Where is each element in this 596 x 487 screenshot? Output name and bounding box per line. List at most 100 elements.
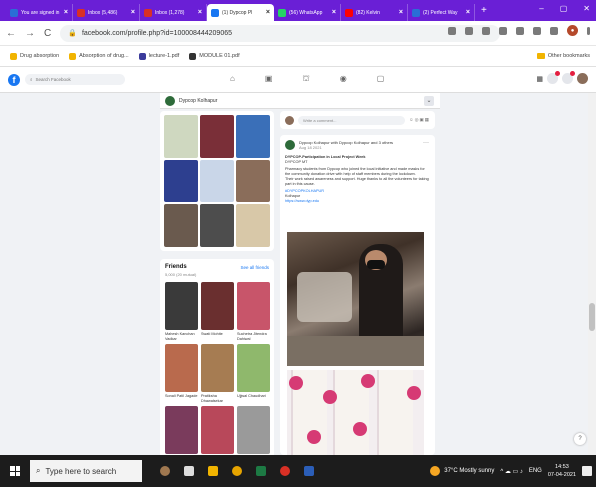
- sidebar-icon[interactable]: [550, 26, 558, 35]
- friend-card[interactable]: Suchetra Jitendra Dahiwal: [237, 282, 270, 342]
- close-tab-icon[interactable]: ×: [466, 9, 470, 16]
- post-image-mask-making[interactable]: [287, 232, 424, 366]
- friend-card[interactable]: Pratiksha Dhawalsekar: [201, 344, 234, 404]
- friend-photo[interactable]: [165, 344, 198, 392]
- other-bookmarks[interactable]: Other bookmarks: [536, 53, 590, 59]
- photo-thumb[interactable]: [164, 204, 198, 247]
- post-author-avatar[interactable]: [285, 140, 295, 150]
- task-view-icon[interactable]: [184, 466, 194, 476]
- zoom-icon[interactable]: [465, 26, 473, 35]
- friend-name[interactable]: Suchetra Jitendra Dahiwal: [237, 332, 270, 342]
- photo-thumb[interactable]: [200, 115, 234, 158]
- friend-name[interactable]: Pratiksha Dhawalsekar: [201, 394, 234, 404]
- page-scrollbar[interactable]: [588, 93, 596, 455]
- friend-photo[interactable]: [165, 282, 198, 330]
- friend-photo[interactable]: [237, 282, 270, 330]
- photo-thumb[interactable]: [236, 204, 270, 247]
- profile-avatar[interactable]: ●: [567, 25, 578, 36]
- close-window-icon[interactable]: ✕: [583, 4, 590, 13]
- friend-card[interactable]: [237, 406, 270, 455]
- google-lens-icon[interactable]: [448, 26, 456, 35]
- puzzle-icon[interactable]: [533, 26, 541, 35]
- bookmark-item[interactable]: lecture-1.pdf: [138, 52, 179, 60]
- chrome-icon[interactable]: [232, 466, 242, 476]
- cortana-icon[interactable]: [160, 466, 170, 476]
- groups-icon[interactable]: ◉: [340, 74, 347, 84]
- reload-icon[interactable]: C: [44, 28, 51, 39]
- tab-1[interactable]: Inbox (5,486) ×: [73, 4, 140, 21]
- comment-input[interactable]: Write a comment...: [298, 115, 405, 125]
- menu-grid-icon[interactable]: ▦: [536, 75, 543, 83]
- photo-thumb[interactable]: [200, 204, 234, 247]
- taskbar-search-input[interactable]: ⌕ Type here to search: [30, 460, 142, 482]
- post-signoff-link[interactable]: https://www.dyp.edu: [285, 199, 430, 204]
- facebook-search-input[interactable]: ⌕ Search Facebook: [25, 74, 125, 85]
- close-tab-icon[interactable]: ×: [399, 9, 403, 16]
- help-icon[interactable]: ?: [574, 433, 586, 445]
- bookmark-item[interactable]: Absorption of drug...: [69, 52, 129, 60]
- forward-icon[interactable]: →: [25, 28, 35, 39]
- extension-icon[interactable]: [516, 26, 524, 35]
- friend-card[interactable]: Swati Mohite: [201, 282, 234, 342]
- friend-photo[interactable]: [201, 344, 234, 392]
- friend-photo[interactable]: [201, 282, 234, 330]
- bookmark-item[interactable]: Drug absorption: [10, 52, 59, 60]
- close-tab-icon[interactable]: ×: [266, 9, 270, 16]
- file-explorer-icon[interactable]: [208, 466, 218, 476]
- notifications-icon[interactable]: [562, 71, 575, 84]
- photo-thumb[interactable]: [236, 159, 270, 203]
- close-tab-icon[interactable]: ×: [198, 9, 202, 16]
- close-tab-icon[interactable]: ×: [131, 9, 135, 16]
- see-all-friends-link[interactable]: See all friends: [240, 265, 269, 270]
- weather-widget[interactable]: 37°C Mostly sunny: [430, 466, 494, 476]
- tab-3[interactable]: (1) Dypcop Pl ×: [207, 4, 274, 21]
- tab-4[interactable]: (56) WhatsApp ×: [274, 4, 341, 21]
- marketplace-icon[interactable]: ⛫: [302, 74, 309, 84]
- tray-icons[interactable]: ^ ☁ ▭ ♪: [500, 468, 523, 475]
- profile-avatar-small[interactable]: [165, 95, 175, 106]
- photo-thumb[interactable]: [200, 159, 234, 203]
- friend-photo[interactable]: [201, 406, 234, 454]
- friend-card[interactable]: Sonali Patil Jagade: [165, 344, 198, 404]
- windows-start-icon[interactable]: [10, 466, 20, 476]
- notification-icon[interactable]: [582, 466, 592, 476]
- clock[interactable]: 14:53 07-04-2021: [548, 463, 576, 479]
- facebook-logo[interactable]: f: [8, 73, 20, 86]
- post-image-masks[interactable]: [287, 370, 424, 455]
- post-time[interactable]: Aug 18 2021: [299, 145, 393, 150]
- media-icon[interactable]: [280, 466, 290, 476]
- photo-thumb[interactable]: [164, 115, 198, 158]
- gaming-icon[interactable]: ▢: [377, 74, 385, 84]
- friend-name[interactable]: Ujjwal Chaudhari: [237, 394, 270, 404]
- friend-card[interactable]: [165, 406, 198, 455]
- friend-photo[interactable]: [237, 344, 270, 392]
- friend-photo[interactable]: [237, 406, 270, 454]
- minimize-icon[interactable]: –: [539, 4, 543, 13]
- tab-6[interactable]: (2) Perfect Way ×: [408, 4, 475, 21]
- back-icon[interactable]: ←: [6, 28, 16, 39]
- account-avatar[interactable]: [577, 73, 588, 84]
- watch-icon[interactable]: ▣: [265, 74, 273, 84]
- profile-name[interactable]: Dypcop Kolhapur: [179, 98, 217, 104]
- photo-thumb[interactable]: [164, 159, 198, 203]
- star-icon[interactable]: [499, 26, 507, 35]
- friend-card[interactable]: Ujjwal Chaudhari: [237, 344, 270, 404]
- close-tab-icon[interactable]: ×: [332, 9, 336, 16]
- friend-card[interactable]: [201, 406, 234, 455]
- bookmark-item[interactable]: MODULE 01.pdf: [189, 52, 240, 60]
- menu-icon[interactable]: [587, 26, 590, 35]
- friend-name[interactable]: Swati Mohite: [201, 332, 234, 342]
- more-options-icon[interactable]: ···: [423, 140, 429, 146]
- photo-thumb[interactable]: [236, 115, 270, 158]
- chevron-down-icon[interactable]: ⌄: [424, 96, 434, 106]
- tab-2[interactable]: Inbox (1,278) ×: [140, 4, 207, 21]
- maximize-icon[interactable]: ▢: [560, 4, 568, 13]
- friend-photo[interactable]: [165, 406, 198, 454]
- tab-0[interactable]: You are signed in ×: [6, 4, 73, 21]
- friend-card[interactable]: Mahesh Kanchan Vadkar: [165, 282, 198, 342]
- home-icon[interactable]: ⌂: [230, 74, 235, 84]
- tab-5[interactable]: (82) Kelvin ×: [341, 4, 408, 21]
- share-icon[interactable]: [482, 26, 490, 35]
- new-tab-button[interactable]: +: [481, 5, 487, 16]
- excel-icon[interactable]: [256, 466, 266, 476]
